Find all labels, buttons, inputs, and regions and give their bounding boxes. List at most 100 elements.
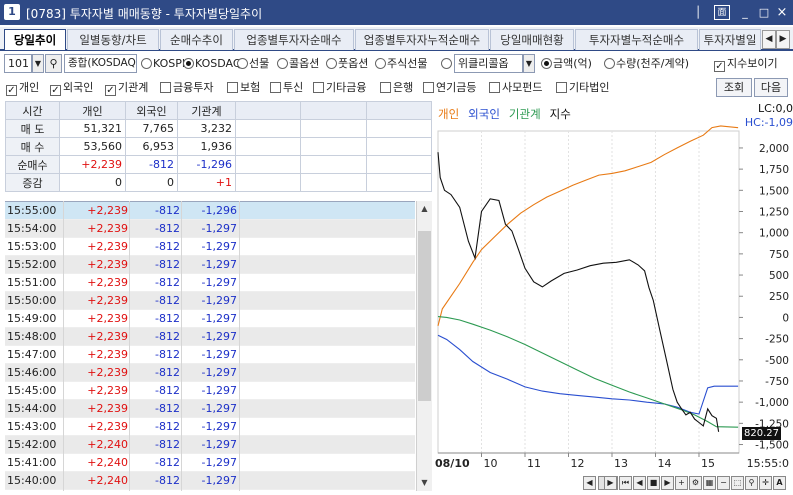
zoom-in-icon[interactable]: + xyxy=(675,476,688,490)
tab-investor-daily[interactable]: 투자자별일 xyxy=(699,29,761,50)
radio-amount[interactable]: 금액(억) xyxy=(541,56,592,72)
crosshair-icon[interactable]: ✛ xyxy=(759,476,772,490)
stop-icon[interactable]: ■ xyxy=(647,476,660,490)
list-scrollbar[interactable]: ▲ ▼ xyxy=(416,201,432,491)
list-item[interactable]: 15:40:00 +2,240 -812 -1,297 xyxy=(5,472,415,490)
next-button[interactable]: 다음 xyxy=(754,78,788,97)
play-icon[interactable]: ▶ xyxy=(661,476,674,490)
title-bar: 1 [0783] 투자자별 매매동향 - 투자자별당일추이 │ 面 _ □ × xyxy=(0,0,793,25)
maximize-button[interactable]: □ xyxy=(756,5,772,20)
zoom-out-icon[interactable]: − xyxy=(717,476,730,490)
list-item[interactable]: 15:45:00 +2,239 -812 -1,297 xyxy=(5,382,415,400)
row-time: 15:55:00 xyxy=(7,204,57,217)
checkbox-bank[interactable]: 은행 xyxy=(380,80,413,96)
scroll-left-icon[interactable]: ◀ xyxy=(583,476,596,490)
y-tick-label: 0 xyxy=(782,312,789,324)
checkbox-private-equity[interactable]: 사모펀드 xyxy=(489,80,542,96)
radio-stock-futures[interactable]: 주식선물 xyxy=(375,56,427,72)
row-value: -812 xyxy=(155,366,180,379)
list-item[interactable]: 15:47:00 +2,239 -812 -1,297 xyxy=(5,346,415,364)
list-item[interactable]: 15:46:00 +2,239 -812 -1,297 xyxy=(5,364,415,382)
tab-next-icon[interactable]: ▶ xyxy=(776,30,790,49)
row-value: -812 xyxy=(155,240,180,253)
minimize-button[interactable]: _ xyxy=(737,5,753,20)
magnify-icon[interactable]: ⚲ xyxy=(745,476,758,490)
list-item[interactable]: 15:52:00 +2,239 -812 -1,297 xyxy=(5,256,415,274)
layout-icon[interactable]: 面 xyxy=(714,5,730,20)
list-item[interactable]: 15:43:00 +2,239 -812 -1,297 xyxy=(5,418,415,436)
radio-futures[interactable]: 선물 xyxy=(237,56,269,72)
list-item[interactable]: 15:42:00 +2,240 -812 -1,297 xyxy=(5,436,415,454)
table-row: 증감 0 0 +1 xyxy=(5,173,433,192)
scroll-up-icon[interactable]: ▲ xyxy=(418,202,431,215)
checkbox-foreign[interactable]: ✓ 외국인 xyxy=(50,80,93,96)
query-button[interactable]: 조회 xyxy=(716,78,752,97)
index-show-checkbox[interactable]: ✓ 지수보이기 xyxy=(714,56,778,72)
tab-net-buy-trend[interactable]: 순매수추이 xyxy=(160,29,233,50)
row-value: -1,297 xyxy=(201,384,237,397)
radio-call-option[interactable]: 콜옵션 xyxy=(277,56,319,72)
summary-header: 시간 개인 외국인 기관계 xyxy=(5,101,433,120)
checkbox-individual[interactable]: ✓ 개인 xyxy=(6,80,39,96)
settings-icon[interactable]: ⚙ xyxy=(689,476,702,490)
checkbox-pension[interactable]: 연기금등 xyxy=(423,80,476,96)
row-time: 15:50:00 xyxy=(7,294,57,307)
row-value: -1,297 xyxy=(201,456,237,469)
tab-daily-trading-status[interactable]: 당일매매현황 xyxy=(490,29,574,50)
tab-daily-trend[interactable]: 당일추이 xyxy=(4,29,66,50)
scroll-right-icon[interactable]: ▶ xyxy=(604,476,617,490)
checkbox-other-corp[interactable]: 기타법인 xyxy=(556,80,609,96)
chevron-down-icon[interactable]: ▼ xyxy=(32,54,44,73)
row-value: -1,297 xyxy=(201,348,237,361)
radio-quantity[interactable]: 수량(천주/계약) xyxy=(604,56,689,72)
row-value: -812 xyxy=(155,294,180,307)
chart-canvas: 2,000 1,750 1,500 1,250 1,000 750 500 250 0 -250 -… xyxy=(435,125,789,470)
list-item[interactable]: 15:48:00 +2,239 -812 -1,297 xyxy=(5,328,415,346)
list-item[interactable]: 15:55:00 +2,239 -812 -1,296 xyxy=(5,202,415,220)
tab-investor-cumulative[interactable]: 투자자별누적순매수 xyxy=(575,29,698,50)
checkbox-insurance[interactable]: 보험 xyxy=(227,80,260,96)
row-time: 15:52:00 xyxy=(7,258,57,271)
check-icon: ✓ xyxy=(714,61,725,72)
checkbox-financial-investment[interactable]: 금융투자 xyxy=(160,80,213,96)
radio-kosdaq[interactable]: KOSDAQ xyxy=(183,56,242,72)
code-input[interactable]: 101 xyxy=(4,54,32,73)
radio-weekly-option[interactable] xyxy=(441,56,453,72)
table-row: 매 수 53,560 6,953 1,936 xyxy=(5,137,433,156)
market-name-field[interactable]: 종합(KOSDAQ xyxy=(64,54,137,73)
pin-icon[interactable]: │ xyxy=(690,5,706,20)
close-button[interactable]: × xyxy=(774,5,790,20)
list-item[interactable]: 15:53:00 +2,239 -812 -1,297 xyxy=(5,238,415,256)
header-empty xyxy=(300,101,367,120)
list-item[interactable]: 15:49:00 +2,239 -812 -1,297 xyxy=(5,310,415,328)
grid-icon[interactable]: ▦ xyxy=(703,476,716,490)
list-item[interactable]: 15:50:00 +2,239 -812 -1,297 xyxy=(5,292,415,310)
first-icon[interactable]: ⏮ xyxy=(619,476,632,490)
cell-value: 0 xyxy=(59,173,126,192)
checkbox-investment-trust[interactable]: 투신 xyxy=(270,80,303,96)
tab-sector-investor-net-buy[interactable]: 업종별투자자순매수 xyxy=(234,29,354,50)
y-tick-label: -250 xyxy=(765,334,789,346)
prev-icon[interactable]: ◀ xyxy=(633,476,646,490)
checkbox-other-financial[interactable]: 기타금융 xyxy=(313,80,366,96)
row-value: +2,239 xyxy=(87,276,128,289)
list-item[interactable]: 15:41:00 +2,240 -812 -1,297 xyxy=(5,454,415,472)
weekly-option-select[interactable]: 위클리콜옵 xyxy=(454,54,523,73)
list-item[interactable]: 15:54:00 +2,239 -812 -1,297 xyxy=(5,220,415,238)
list-item[interactable]: 15:51:00 +2,239 -812 -1,297 xyxy=(5,274,415,292)
radio-put-option[interactable]: 풋옵션 xyxy=(326,56,368,72)
scroll-thumb[interactable] xyxy=(418,231,431,401)
checkbox-institution[interactable]: ✓ 기관계 xyxy=(105,80,148,96)
list-item[interactable]: 15:44:00 +2,239 -812 -1,297 xyxy=(5,400,415,418)
current-index-badge: 820.27 xyxy=(742,427,781,440)
tab-sector-cumulative-net-buy[interactable]: 업종별투자자누적순매수 xyxy=(355,29,489,50)
fit-icon[interactable]: ⬚ xyxy=(731,476,744,490)
radio-kospi[interactable]: KOSPI xyxy=(141,56,185,72)
tab-daily-chart[interactable]: 일별동향/차트 xyxy=(67,29,159,50)
tab-prev-icon[interactable]: ◀ xyxy=(762,30,776,49)
scroll-down-icon[interactable]: ▼ xyxy=(418,476,431,489)
time-series-list[interactable]: 15:55:00 +2,239 -812 -1,296 15:54:00 +2,239 -8… xyxy=(5,201,415,491)
search-icon[interactable]: ⚲ xyxy=(45,54,62,73)
text-tool-icon[interactable]: A xyxy=(773,476,786,490)
chevron-down-icon[interactable]: ▼ xyxy=(523,54,535,73)
